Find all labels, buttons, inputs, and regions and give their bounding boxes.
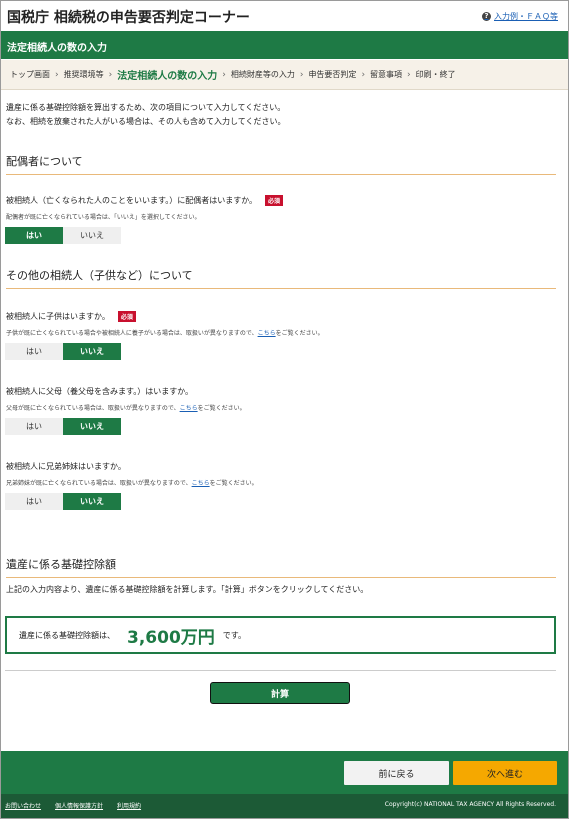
footer-link-terms[interactable]: 利用規約 — [117, 801, 141, 810]
breadcrumb-item-assets: 相続財産等の入力 — [230, 70, 295, 79]
deduction-result-amount: 3,600万円 — [127, 627, 215, 648]
children-question: 被相続人に子供はいますか。 必須 — [6, 311, 136, 322]
footer-link-contact[interactable]: お問い合わせ — [5, 801, 41, 810]
footer: お問い合わせ 個人情報保護方針 利用規約 Copyright(c) NATION… — [1, 794, 568, 818]
parents-note-suffix: をご覧ください。 — [197, 405, 246, 412]
spouse-yes-button[interactable]: はい — [5, 227, 63, 244]
spouse-question: 被相続人（亡くなられた人のことをいいます。）に配偶者はいますか。 必須 — [6, 195, 284, 206]
breadcrumb-separator: › — [407, 69, 411, 80]
divider — [5, 670, 556, 671]
parents-yes-button[interactable]: はい — [5, 418, 63, 435]
breadcrumb-item-notes: 留意事項 — [370, 70, 403, 79]
breadcrumb-item-judgment: 申告要否判定 — [308, 70, 357, 79]
siblings-note-link[interactable]: こちら — [192, 480, 210, 487]
next-button[interactable]: 次へ進む — [453, 761, 557, 785]
breadcrumb-item-print: 印刷・終了 — [415, 70, 456, 79]
parents-note-link[interactable]: こちら — [180, 405, 198, 412]
children-question-text: 被相続人に子供はいますか。 — [6, 312, 110, 321]
children-note: 子供が既に亡くなられている場合や被相続人に養子がいる場合は、取扱いが異なりますの… — [6, 328, 324, 337]
back-button[interactable]: 前に戻る — [344, 761, 449, 785]
breadcrumb-separator: › — [55, 69, 59, 80]
children-note-link[interactable]: こちら — [258, 330, 276, 337]
parents-note-text: 父母が既に亡くなられている場合は、取扱いが異なりますので、 — [6, 405, 180, 412]
page-title-bar: 法定相続人の数の入力 — [1, 31, 568, 59]
deduction-description: 上記の入力内容より、遺産に係る基礎控除額を計算します。「計算」ボタンをクリックし… — [6, 585, 369, 594]
parents-question: 被相続人に父母（養父母を含みます。）はいますか。 — [6, 386, 193, 397]
spouse-no-button[interactable]: いいえ — [63, 227, 121, 244]
navigation-bar: 前に戻る 次へ進む — [1, 751, 568, 794]
siblings-question-text: 被相続人に兄弟姉妹はいますか。 — [6, 462, 126, 471]
copyright: Copyright(c) NATIONAL TAX AGENCY All Rig… — [384, 801, 556, 808]
intro-line-1: 遺産に係る基礎控除額を算出するため、次の項目について入力してください。 — [6, 103, 286, 112]
deduction-result-label: 遺産に係る基礎控除額は、 — [19, 630, 115, 640]
breadcrumb: トップ画面 › 推奨環境等 › 法定相続人の数の入力 › 相続財産等の入力 › … — [1, 60, 568, 90]
spouse-toggle: はい いいえ — [5, 227, 121, 244]
children-no-button[interactable]: いいえ — [63, 343, 121, 360]
breadcrumb-item-top: トップ画面 — [10, 70, 50, 79]
parents-note: 父母が既に亡くなられている場合は、取扱いが異なりますので、こちらをご覧ください。 — [6, 403, 246, 412]
deduction-result-suffix: です。 — [222, 630, 246, 640]
parents-toggle: はい いいえ — [5, 418, 121, 435]
faq-link-label[interactable]: 入力例・ＦＡＱ等 — [494, 11, 558, 22]
siblings-toggle: はい いいえ — [5, 493, 121, 510]
required-badge: 必須 — [265, 195, 284, 206]
siblings-note-suffix: をご覧ください。 — [209, 480, 258, 487]
spouse-note: 配偶者が既に亡くなられている場合は、「いいえ」を選択してください。 — [6, 214, 201, 221]
required-badge: 必須 — [117, 311, 136, 322]
faq-link[interactable]: ? 入力例・ＦＡＱ等 — [482, 11, 558, 22]
siblings-yes-button[interactable]: はい — [5, 493, 63, 510]
children-yes-button[interactable]: はい — [5, 343, 63, 360]
breadcrumb-separator: › — [222, 69, 226, 80]
breadcrumb-item-heirs: 法定相続人の数の入力 — [117, 71, 218, 82]
breadcrumb-separator: › — [299, 69, 304, 80]
children-note-text: 子供が既に亡くなられている場合や被相続人に養子がいる場合は、取扱いが異なりますの… — [6, 330, 258, 337]
siblings-note-text: 兄弟姉妹が既に亡くなられている場合は、取扱いが異なりますので、 — [6, 480, 192, 487]
siblings-note: 兄弟姉妹が既に亡くなられている場合は、取扱いが異なりますので、こちらをご覧くださ… — [6, 478, 258, 487]
spouse-section-heading: 配偶者について — [6, 153, 556, 175]
siblings-question: 被相続人に兄弟姉妹はいますか。 — [6, 461, 126, 472]
deduction-result-box: 遺産に係る基礎控除額は、 3,600万円 です。 — [5, 616, 556, 654]
intro-text: 遺産に係る基礎控除額を算出するため、次の項目について入力してください。 なお、相… — [6, 101, 286, 129]
parents-question-text: 被相続人に父母（養父母を含みます。）はいますか。 — [6, 387, 194, 396]
children-toggle: はい いいえ — [5, 343, 121, 360]
breadcrumb-item-environment: 推奨環境等 — [63, 70, 104, 79]
other-heirs-section-heading: その他の相続人（子供など）について — [6, 267, 556, 289]
siblings-no-button[interactable]: いいえ — [63, 493, 121, 510]
breadcrumb-separator: › — [361, 69, 366, 80]
children-note-suffix: をご覧ください。 — [275, 330, 324, 337]
header: 国税庁 相続税の申告要否判定コーナー ? 入力例・ＦＡＱ等 — [1, 1, 568, 31]
spouse-question-text: 被相続人（亡くなられた人のことをいいます。）に配偶者はいますか。 — [6, 196, 258, 205]
breadcrumb-separator: › — [108, 69, 113, 80]
footer-link-privacy[interactable]: 個人情報保護方針 — [55, 801, 103, 810]
intro-line-2: なお、相続を放棄された人がいる場合は、その人も含めて入力してください。 — [6, 117, 286, 126]
parents-no-button[interactable]: いいえ — [63, 418, 121, 435]
calculate-button[interactable]: 計算 — [210, 682, 350, 704]
footer-links: お問い合わせ 個人情報保護方針 利用規約 — [5, 801, 141, 810]
deduction-section-heading: 遺産に係る基礎控除額 — [6, 556, 556, 578]
site-title: 国税庁 相続税の申告要否判定コーナー — [7, 10, 250, 26]
page-title: 法定相続人の数の入力 — [7, 43, 107, 54]
help-icon: ? — [482, 12, 491, 21]
